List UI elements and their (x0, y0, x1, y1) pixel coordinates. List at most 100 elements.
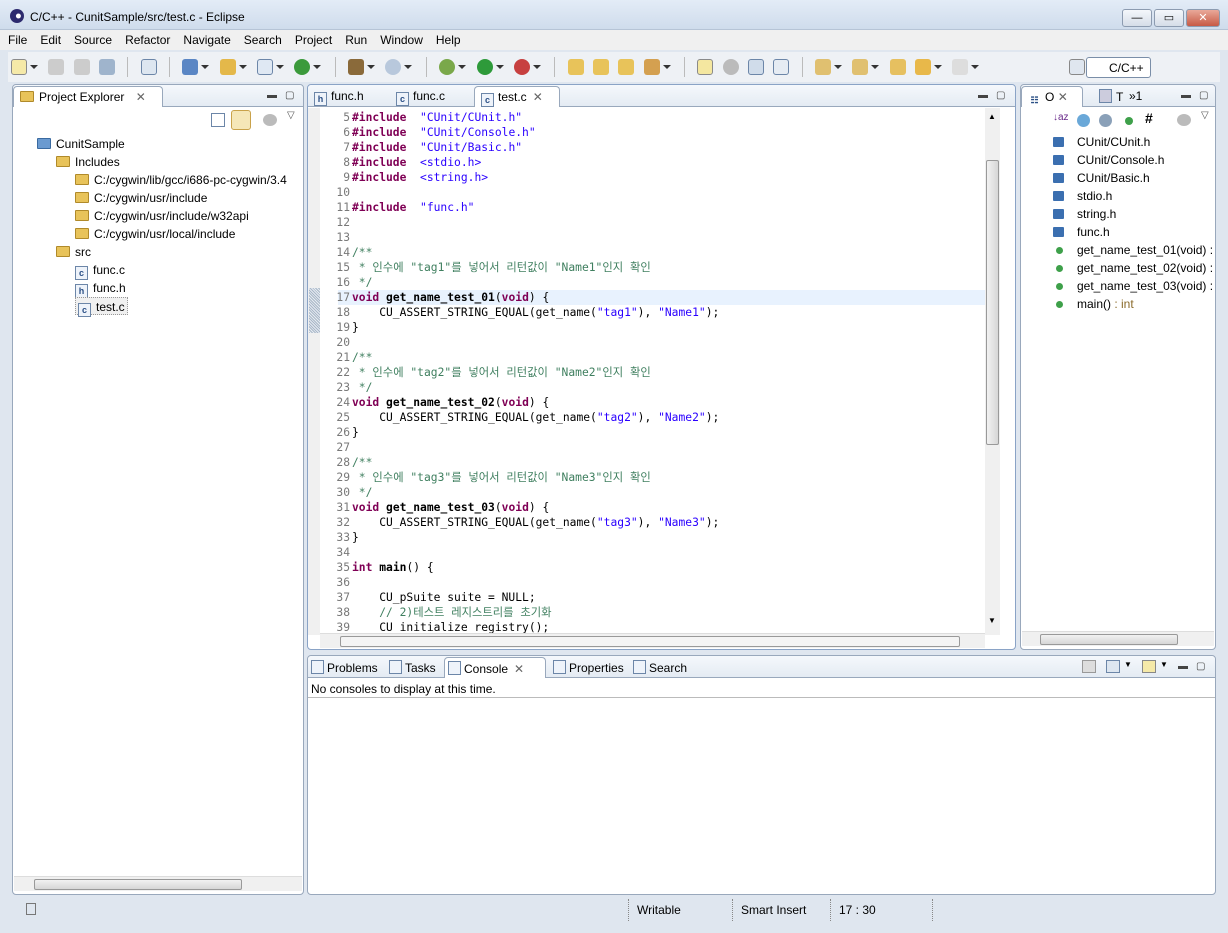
horizontal-scrollbar[interactable] (1022, 631, 1214, 646)
previous-annotation-icon[interactable] (852, 59, 869, 75)
chevron-down-icon[interactable] (313, 65, 322, 69)
close-icon[interactable]: ✕ (533, 90, 543, 104)
outline-include[interactable]: CUnit/Console.h (1053, 151, 1164, 169)
tab-project-explorer[interactable]: Project Explorer ✕ (13, 86, 163, 107)
code-line[interactable]: */ (352, 485, 373, 500)
minimize-view-icon[interactable]: ▬ (1181, 90, 1191, 101)
menu-project[interactable]: Project (287, 30, 337, 48)
code-line[interactable]: #include "func.h" (352, 200, 474, 215)
sort-icon[interactable]: ↓az (1053, 112, 1069, 123)
code-line[interactable]: */ (352, 380, 373, 395)
forward-arrow-icon[interactable] (952, 59, 969, 75)
hide-macros-icon[interactable]: # (1145, 110, 1153, 126)
code-area[interactable]: 5 #include "CUnit/CUnit.h" 6 #include "CUni… (320, 108, 985, 635)
open-type-icon[interactable] (567, 59, 584, 75)
maximize-view-icon[interactable]: ▢ (285, 90, 294, 101)
run-icon[interactable] (476, 59, 493, 75)
make-target-icon[interactable] (385, 59, 402, 75)
chevron-down-icon[interactable] (404, 65, 413, 69)
next-annotation-icon[interactable] (814, 59, 831, 75)
collapse-all-icon[interactable] (211, 113, 225, 127)
new-source-folder-icon[interactable] (219, 59, 236, 75)
menu-source[interactable]: Source (66, 30, 117, 48)
outline-function[interactable]: get_name_test_01(void) : (1056, 241, 1213, 259)
outline-function[interactable]: main() : int (1056, 295, 1134, 313)
tree-item[interactable]: C:/cygwin/usr/include (75, 189, 207, 207)
scrollbar-thumb[interactable] (1040, 634, 1178, 645)
debug-bug-icon[interactable] (439, 59, 456, 75)
chevron-down-icon[interactable] (662, 65, 671, 69)
customize-view-icon[interactable] (1177, 114, 1191, 126)
open-console-icon[interactable] (1142, 660, 1156, 673)
tab-tasks[interactable]: Tasks (386, 657, 442, 678)
new-c-project-icon[interactable] (182, 59, 199, 75)
tab-outline[interactable]: ☷ O ✕ (1021, 86, 1083, 107)
new-class-icon[interactable] (294, 59, 311, 75)
tab-func-c[interactable]: c func.c (390, 86, 470, 107)
tree-item[interactable]: src (56, 243, 91, 261)
code-line[interactable]: CU_ASSERT_STRING_EQUAL(get_name("tag1"),… (352, 305, 719, 320)
tab-properties[interactable]: Properties (550, 657, 628, 678)
code-line[interactable]: void get_name_test_03(void) { (352, 500, 549, 515)
chevron-down-icon[interactable] (495, 65, 504, 69)
open-perspective-icon[interactable] (1069, 59, 1085, 75)
menu-window[interactable]: Window (372, 30, 428, 48)
tree-item[interactable]: C:/cygwin/lib/gcc/i686-pc-cygwin/3.4 (75, 171, 287, 189)
menu-refactor[interactable]: Refactor (117, 30, 175, 48)
view-menu-icon[interactable]: ▽ (287, 110, 295, 121)
vertical-scrollbar[interactable]: ▲ ▼ (985, 108, 1000, 635)
tab-problems[interactable]: Problems (308, 657, 384, 678)
code-line[interactable]: int main() { (352, 560, 434, 575)
code-line[interactable]: CU_pSuite suite = NULL; (352, 590, 535, 605)
last-edit-location-icon[interactable] (889, 59, 906, 75)
close-button[interactable]: ✕ (1186, 9, 1220, 27)
chevron-down-icon[interactable] (833, 65, 842, 69)
code-line[interactable]: #include <string.h> (352, 170, 488, 185)
tree-item[interactable]: C:/cygwin/usr/local/include (75, 225, 235, 243)
chevron-down-icon[interactable] (458, 65, 467, 69)
tree-item[interactable]: C:/cygwin/usr/include/w32api (75, 207, 249, 225)
save-all-icon[interactable] (73, 59, 90, 75)
binary-icon[interactable] (140, 59, 157, 75)
tab-console[interactable]: Console ✕ (444, 657, 546, 678)
chevron-down-icon[interactable] (201, 65, 210, 69)
scroll-up-icon[interactable]: ▲ (988, 112, 996, 121)
hide-static-icon[interactable] (1099, 114, 1112, 127)
close-icon[interactable]: ✕ (1058, 90, 1068, 104)
hide-fields-icon[interactable] (1077, 114, 1090, 127)
outline-function[interactable]: get_name_test_03(void) : (1056, 277, 1213, 295)
outline-include[interactable]: stdio.h (1053, 187, 1112, 205)
code-line[interactable]: #include "CUnit/Console.h" (352, 125, 536, 140)
tab-search[interactable]: Search (630, 657, 694, 678)
code-line[interactable]: void get_name_test_01(void) { (352, 290, 549, 305)
open-element-icon[interactable] (592, 59, 609, 75)
chevron-down-icon[interactable] (871, 65, 880, 69)
chevron-down-icon[interactable] (934, 65, 942, 69)
code-line[interactable]: #include <stdio.h> (352, 155, 481, 170)
customize-view-icon[interactable] (263, 114, 277, 126)
search-torch-icon[interactable] (643, 59, 660, 75)
minimize-view-icon[interactable]: ▬ (978, 90, 988, 101)
minimize-view-icon[interactable]: ▬ (267, 90, 277, 101)
tree-item[interactable]: h func.h (75, 279, 126, 298)
code-line[interactable]: * 인수에 "tag3"를 넣어서 리턴값이 "Name3"인지 확인 (352, 470, 651, 485)
menu-search[interactable]: Search (236, 30, 287, 48)
code-line[interactable]: /** (352, 350, 372, 365)
tree-item[interactable]: Includes (56, 153, 120, 171)
horizontal-scrollbar[interactable] (14, 876, 302, 891)
chevron-down-icon[interactable] (30, 65, 38, 69)
scrollbar-thumb[interactable] (34, 879, 242, 890)
tab-overflow[interactable]: »1 (1123, 86, 1148, 107)
view-menu-icon[interactable]: ▽ (1201, 110, 1209, 121)
pin-console-icon[interactable] (1082, 660, 1096, 673)
display-console-icon[interactable] (1106, 660, 1120, 673)
save-icon[interactable] (48, 59, 65, 75)
outline-include[interactable]: string.h (1053, 205, 1116, 223)
menu-help[interactable]: Help (428, 30, 466, 48)
chevron-down-icon[interactable] (367, 65, 376, 69)
code-line[interactable]: CU_ASSERT_STRING_EQUAL(get_name("tag3"),… (352, 515, 719, 530)
scroll-down-icon[interactable]: ▼ (988, 616, 996, 625)
maximize-button[interactable]: ▭ (1154, 9, 1184, 27)
menu-run[interactable]: Run (337, 30, 372, 48)
maximize-view-icon[interactable]: ▢ (1196, 661, 1205, 672)
